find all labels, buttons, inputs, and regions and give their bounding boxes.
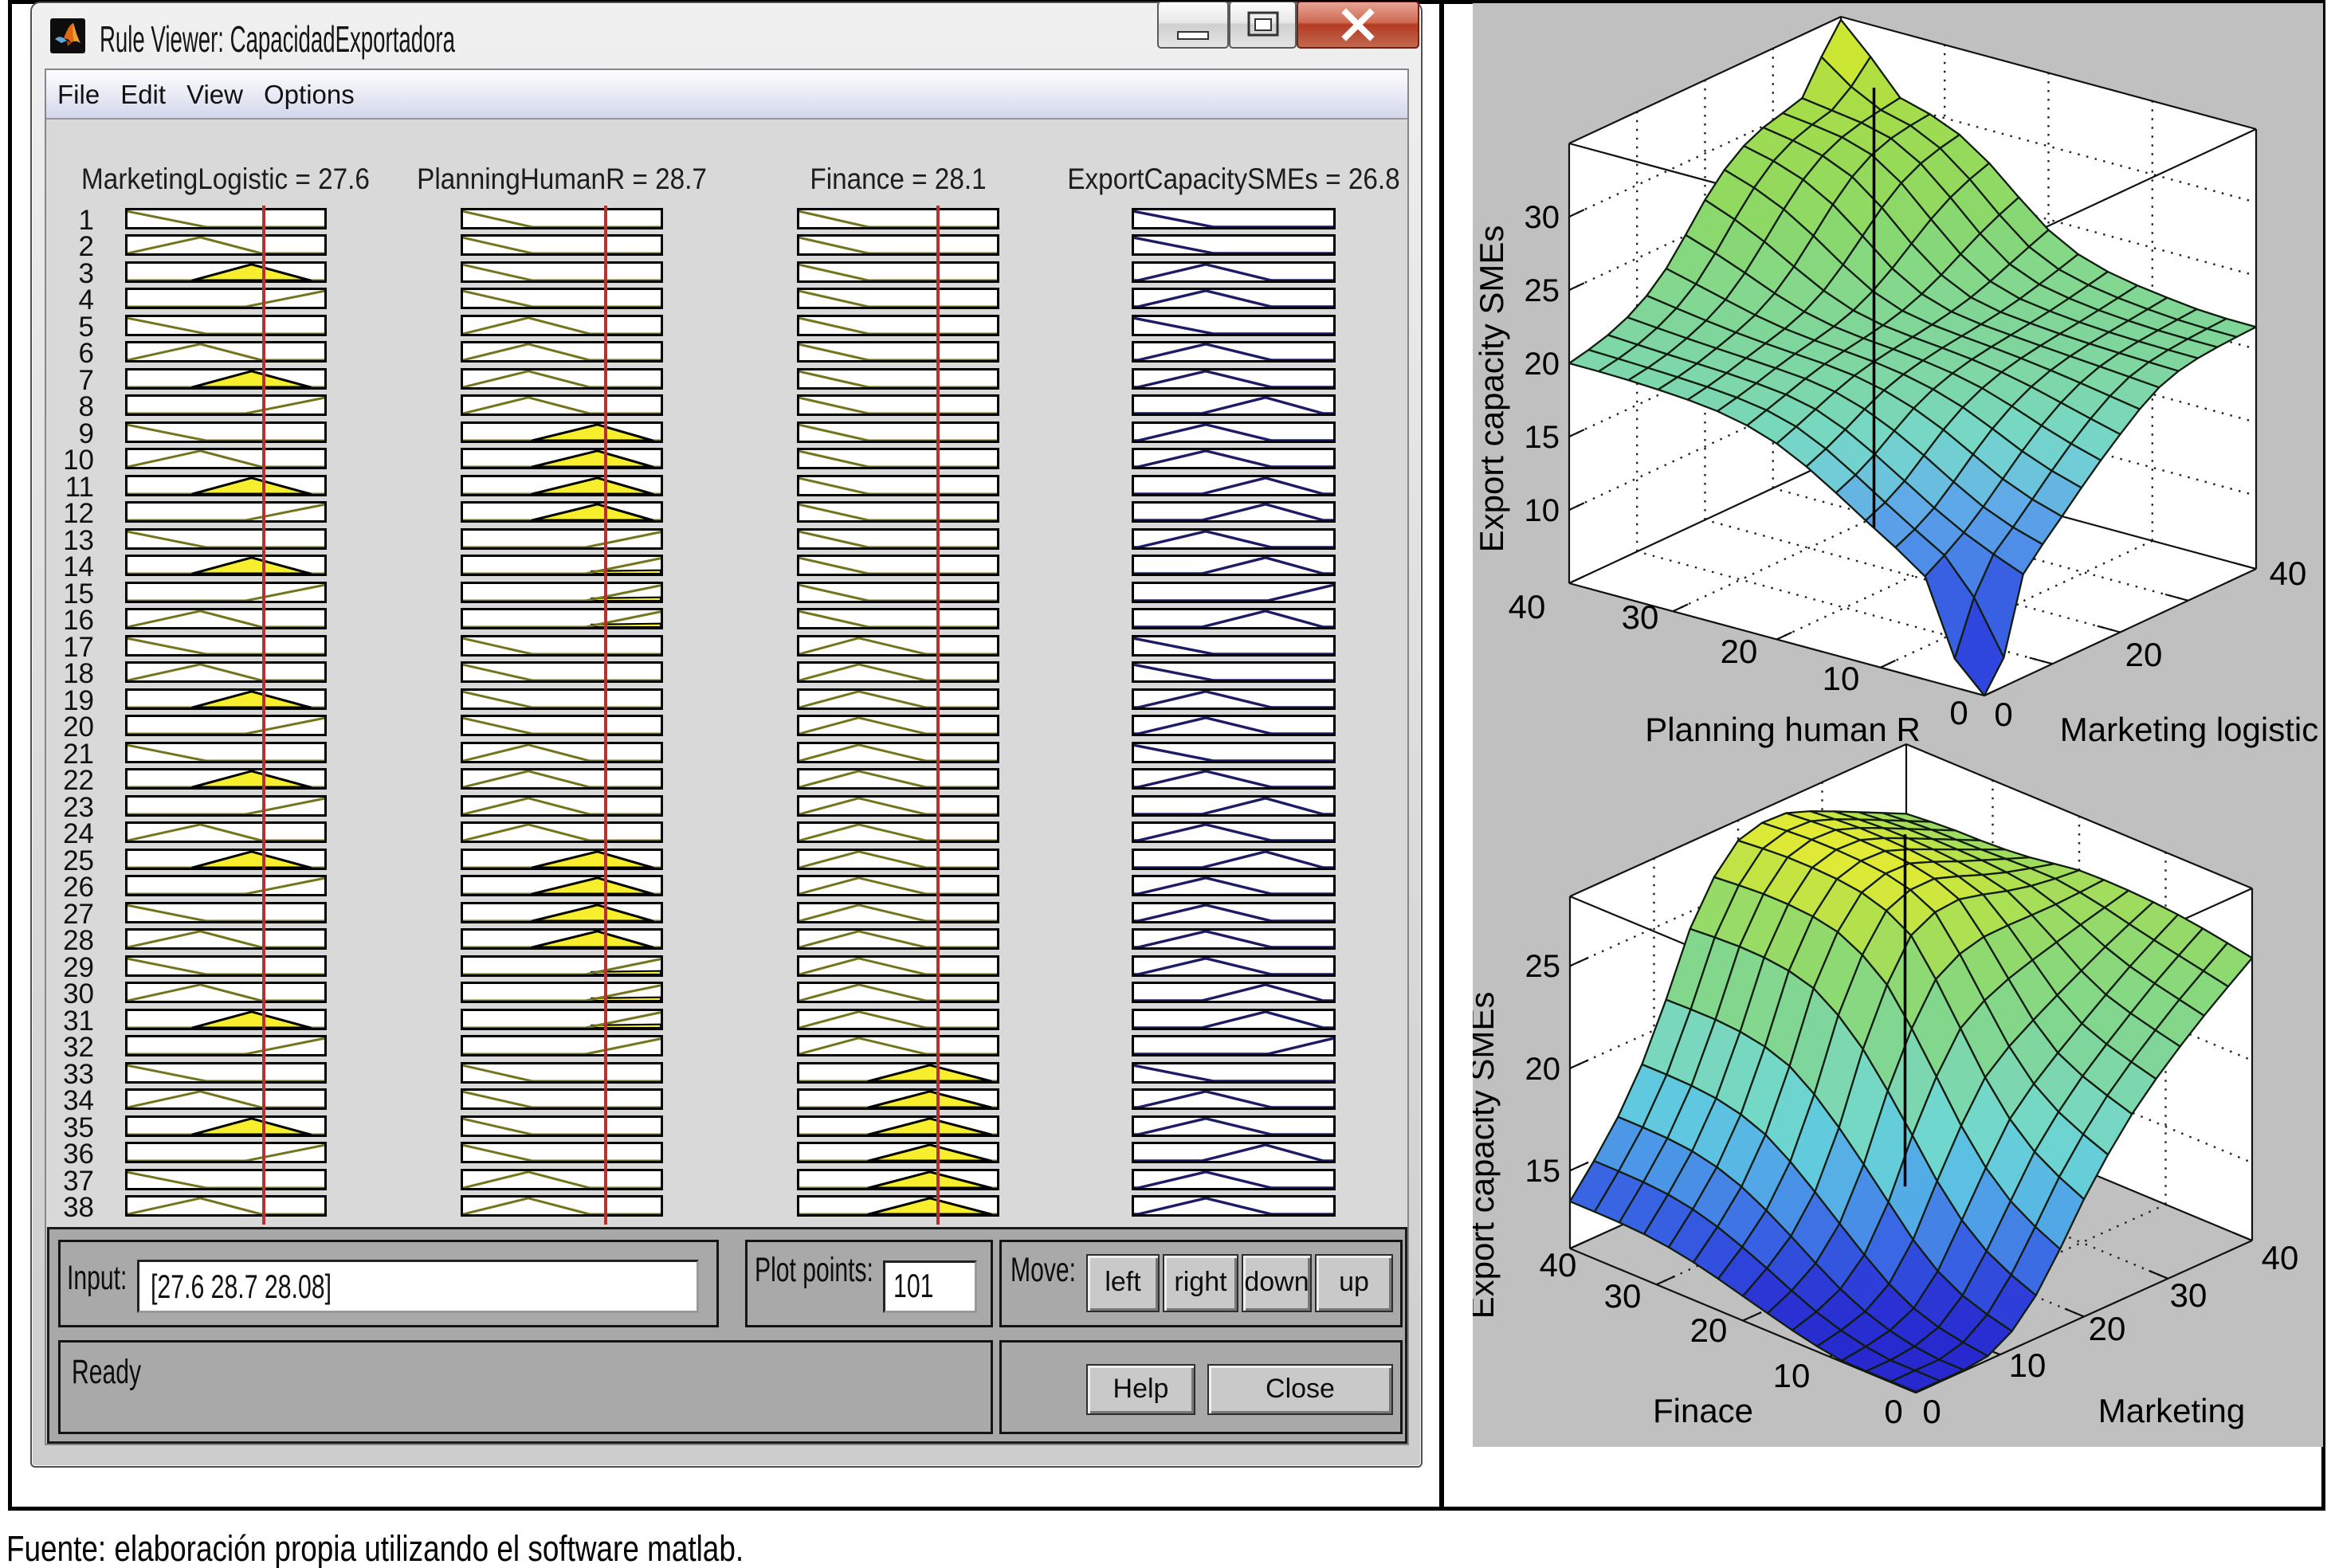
- svg-text:Export capacity SMEs: Export capacity SMEs: [1473, 225, 1510, 553]
- svg-text:15: 15: [1525, 1154, 1561, 1189]
- svg-text:20: 20: [1690, 1311, 1728, 1349]
- svg-text:15: 15: [1525, 420, 1560, 455]
- svg-text:20: 20: [1525, 347, 1560, 382]
- svg-text:30: 30: [2170, 1276, 2207, 1314]
- svg-text:0: 0: [1922, 1393, 1941, 1430]
- svg-text:20: 20: [1721, 633, 1758, 670]
- svg-text:25: 25: [1525, 273, 1560, 308]
- svg-text:40: 40: [2262, 1239, 2299, 1276]
- svg-text:30: 30: [1622, 598, 1659, 636]
- svg-text:40: 40: [1509, 588, 1546, 625]
- svg-text:10: 10: [1525, 493, 1560, 528]
- svg-text:30: 30: [1604, 1277, 1642, 1315]
- svg-text:10: 10: [2009, 1347, 2047, 1384]
- svg-text:Planning human R: Planning human R: [1645, 711, 1921, 748]
- svg-text:Finace: Finace: [1653, 1392, 1753, 1429]
- svg-text:10: 10: [1823, 660, 1860, 697]
- svg-text:0: 0: [1884, 1393, 1902, 1430]
- svg-text:Marketing logistic: Marketing logistic: [2060, 711, 2318, 748]
- svg-text:30: 30: [1525, 200, 1560, 235]
- svg-text:10: 10: [1773, 1357, 1811, 1394]
- svg-text:40: 40: [2270, 555, 2307, 592]
- svg-text:20: 20: [2089, 1310, 2126, 1347]
- svg-text:20: 20: [2125, 636, 2163, 673]
- svg-text:0: 0: [1994, 696, 2012, 733]
- svg-text:Export capacity SMEs: Export capacity SMEs: [1473, 992, 1501, 1319]
- svg-text:Marketing: Marketing: [2098, 1392, 2245, 1429]
- svg-text:20: 20: [1525, 1052, 1561, 1087]
- svg-text:40: 40: [1540, 1246, 1577, 1284]
- svg-text:25: 25: [1525, 949, 1561, 984]
- svg-text:0: 0: [1949, 694, 1968, 731]
